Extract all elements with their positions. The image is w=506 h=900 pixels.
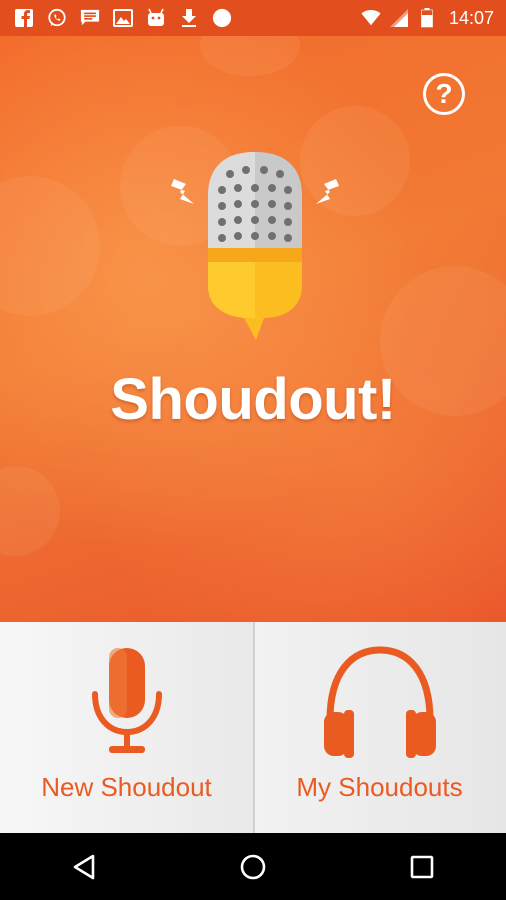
back-triangle-icon bbox=[74, 854, 95, 879]
download-icon bbox=[179, 8, 199, 28]
image-icon bbox=[113, 8, 133, 28]
circle-icon bbox=[212, 8, 232, 28]
back-button[interactable] bbox=[54, 837, 114, 897]
headphones-icon bbox=[323, 646, 436, 758]
status-bar: 14:07 bbox=[0, 0, 506, 36]
home-circle-icon bbox=[240, 854, 266, 879]
microphone-logo-icon bbox=[171, 152, 339, 340]
recents-square-icon bbox=[410, 855, 433, 878]
home-button[interactable] bbox=[223, 837, 283, 897]
my-shoudouts-button[interactable]: My Shoudouts bbox=[253, 622, 506, 833]
new-shoudout-label: New Shoudout bbox=[41, 772, 212, 802]
new-shoudout-button[interactable]: New Shoudout bbox=[0, 622, 253, 833]
microphone-icon bbox=[91, 648, 162, 753]
hero-banner: ? Shoudout! bbox=[0, 36, 506, 622]
signal-icon bbox=[389, 8, 409, 28]
whatsapp-icon bbox=[47, 8, 67, 28]
help-button[interactable]: ? bbox=[423, 73, 465, 115]
clock: 14:07 bbox=[448, 7, 494, 28]
my-shoudouts-label: My Shoudouts bbox=[296, 772, 463, 802]
navigation-bar bbox=[0, 833, 506, 900]
wifi-icon bbox=[361, 8, 381, 28]
recents-button[interactable] bbox=[392, 837, 452, 897]
android-icon bbox=[146, 8, 166, 28]
battery-icon bbox=[417, 8, 437, 28]
app-title: Shoudout! bbox=[110, 367, 396, 432]
facebook-icon bbox=[14, 8, 34, 28]
button-divider bbox=[253, 622, 255, 833]
message-icon bbox=[80, 8, 100, 28]
